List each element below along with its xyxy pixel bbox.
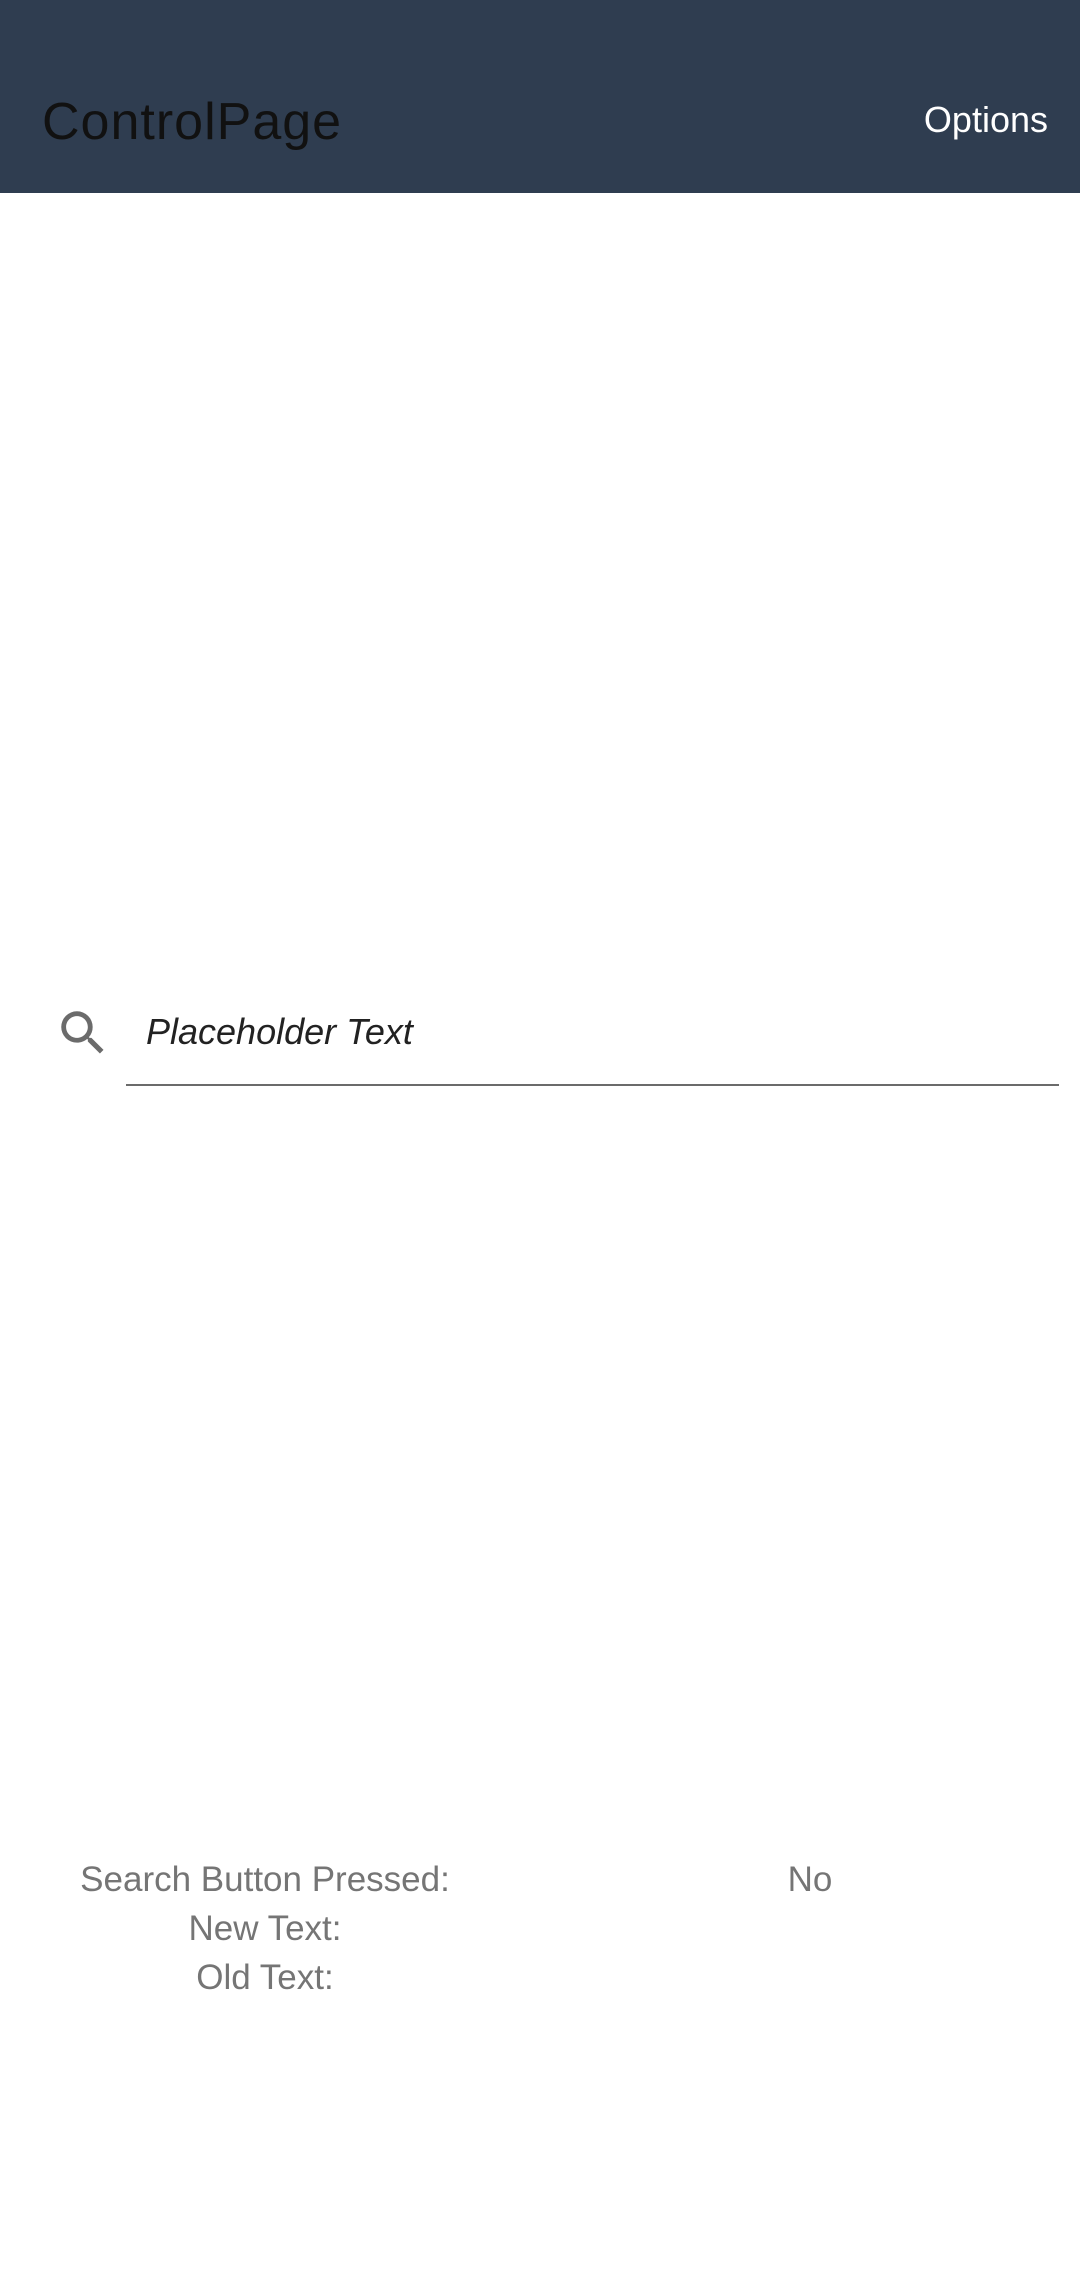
page-title: ControlPage (42, 93, 343, 151)
options-button[interactable]: Options (924, 96, 1048, 144)
new-text-label: New Text: (188, 1909, 342, 1948)
status-row-new-text: New Text: (0, 1904, 1080, 1953)
status-row-search-pressed: Search Button Pressed: No (0, 1855, 1080, 1904)
control-page: ControlPage Options Search Button Presse… (0, 0, 1080, 2289)
status-panel: Search Button Pressed: No New Text: Old … (0, 1855, 1080, 2002)
old-text-label: Old Text: (196, 1958, 334, 1997)
search-input[interactable] (126, 980, 1059, 1086)
search-button-pressed-label: Search Button Pressed: (80, 1860, 450, 1899)
search-bar (0, 980, 1080, 1090)
app-bar: ControlPage Options (0, 0, 1080, 193)
search-icon[interactable] (54, 1004, 112, 1062)
search-button-pressed-value: No (787, 1860, 833, 1899)
status-row-old-text: Old Text: (0, 1953, 1080, 2002)
